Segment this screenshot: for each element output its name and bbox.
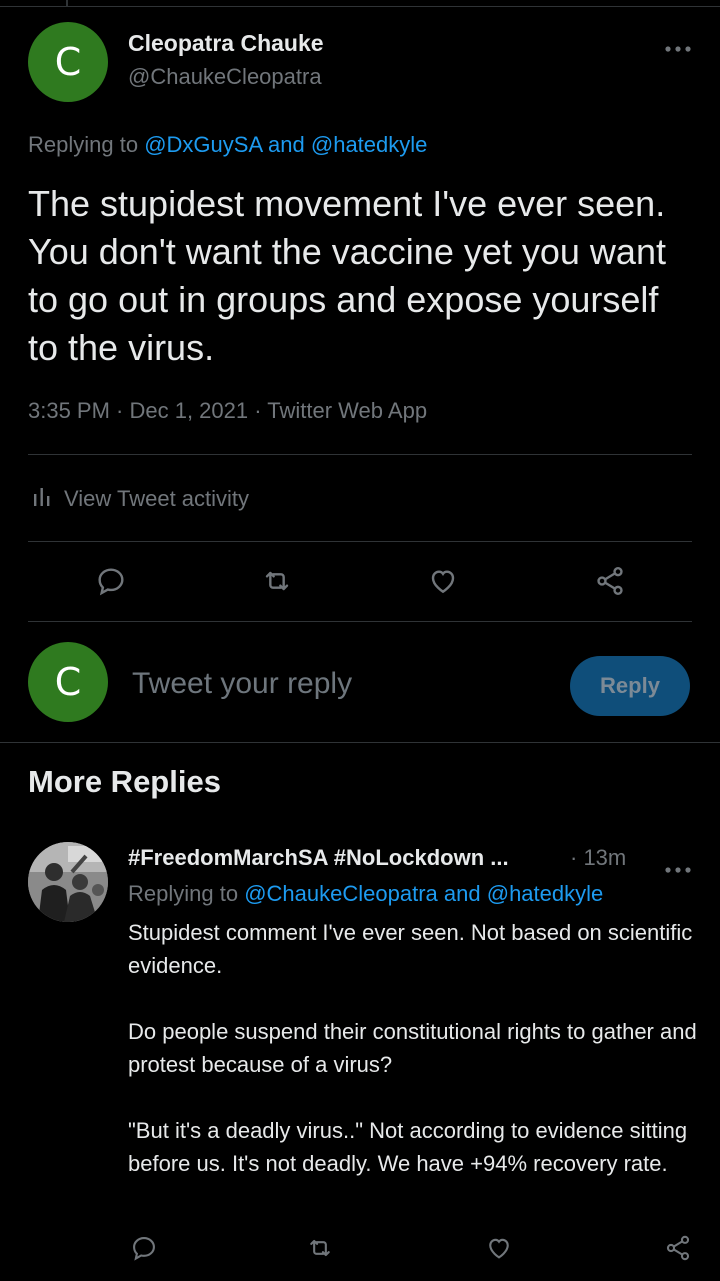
retweet-icon[interactable] xyxy=(300,1228,340,1268)
replying-prefix: Replying to xyxy=(28,132,139,157)
top-divider xyxy=(0,0,720,7)
mention-chaukecleopatra[interactable]: @ChaukeCleopatra xyxy=(244,881,438,906)
heart-icon[interactable] xyxy=(479,1228,519,1268)
heart-icon[interactable] xyxy=(423,561,463,601)
more-replies-heading: More Replies xyxy=(28,764,221,799)
replying-prefix: Replying to xyxy=(128,881,239,906)
avatar-letter: C xyxy=(54,40,82,84)
reply-paragraph: Do people suspend their constitutional r… xyxy=(128,1019,697,1077)
view-activity-link[interactable]: View Tweet activity xyxy=(32,484,249,514)
reply-input[interactable]: Tweet your reply xyxy=(132,667,352,701)
reply-text: Stupidest comment I've ever seen. Not ba… xyxy=(128,916,703,1213)
activity-label: View Tweet activity xyxy=(64,486,250,511)
author-handle[interactable]: @ChaukeCleopatra xyxy=(128,64,322,90)
tweet-timestamp[interactable]: 3:35 PM · Dec 1, 2021 · Twitter Web App xyxy=(28,398,427,424)
replying-to: Replying to @DxGuySA and @hatedkyle xyxy=(28,132,427,158)
reply-author-avatar[interactable] xyxy=(28,842,108,922)
reply-replying-to: Replying to @ChaukeCleopatra and @hatedk… xyxy=(128,881,603,907)
author-name[interactable]: Cleopatra Chauke xyxy=(128,30,324,57)
share-icon[interactable] xyxy=(590,561,630,601)
divider xyxy=(0,742,720,743)
mention-dxguysa[interactable]: @DxGuySA xyxy=(144,132,262,157)
reply-button[interactable]: Reply xyxy=(570,656,690,716)
reply-icon[interactable] xyxy=(91,561,131,601)
replying-and[interactable]: and xyxy=(268,132,305,157)
reply-author-name[interactable]: #FreedomMarchSA #NoLockdown ... xyxy=(128,845,509,871)
more-icon[interactable] xyxy=(664,32,692,58)
reply-paragraph: "But it's a deadly virus.." Not accordin… xyxy=(128,1118,688,1176)
composer-avatar[interactable]: C xyxy=(28,642,108,722)
divider xyxy=(28,454,692,455)
reply-paragraph: Stupidest comment I've ever seen. Not ba… xyxy=(128,920,693,978)
author-avatar[interactable]: C xyxy=(28,22,108,102)
retweet-icon[interactable] xyxy=(257,561,297,601)
more-icon[interactable] xyxy=(664,853,692,879)
divider xyxy=(28,621,692,622)
reply-time[interactable]: · 13m xyxy=(570,845,626,871)
bar-chart-icon xyxy=(32,484,52,514)
replying-and[interactable]: and xyxy=(444,881,481,906)
tweet-text: The stupidest movement I've ever seen. Y… xyxy=(28,183,666,368)
share-icon[interactable] xyxy=(658,1228,698,1268)
reply-icon[interactable] xyxy=(124,1228,164,1268)
divider xyxy=(28,541,692,542)
mention-hatedkyle[interactable]: @hatedkyle xyxy=(487,881,604,906)
avatar-letter: C xyxy=(54,660,82,704)
mention-hatedkyle[interactable]: @hatedkyle xyxy=(311,132,428,157)
